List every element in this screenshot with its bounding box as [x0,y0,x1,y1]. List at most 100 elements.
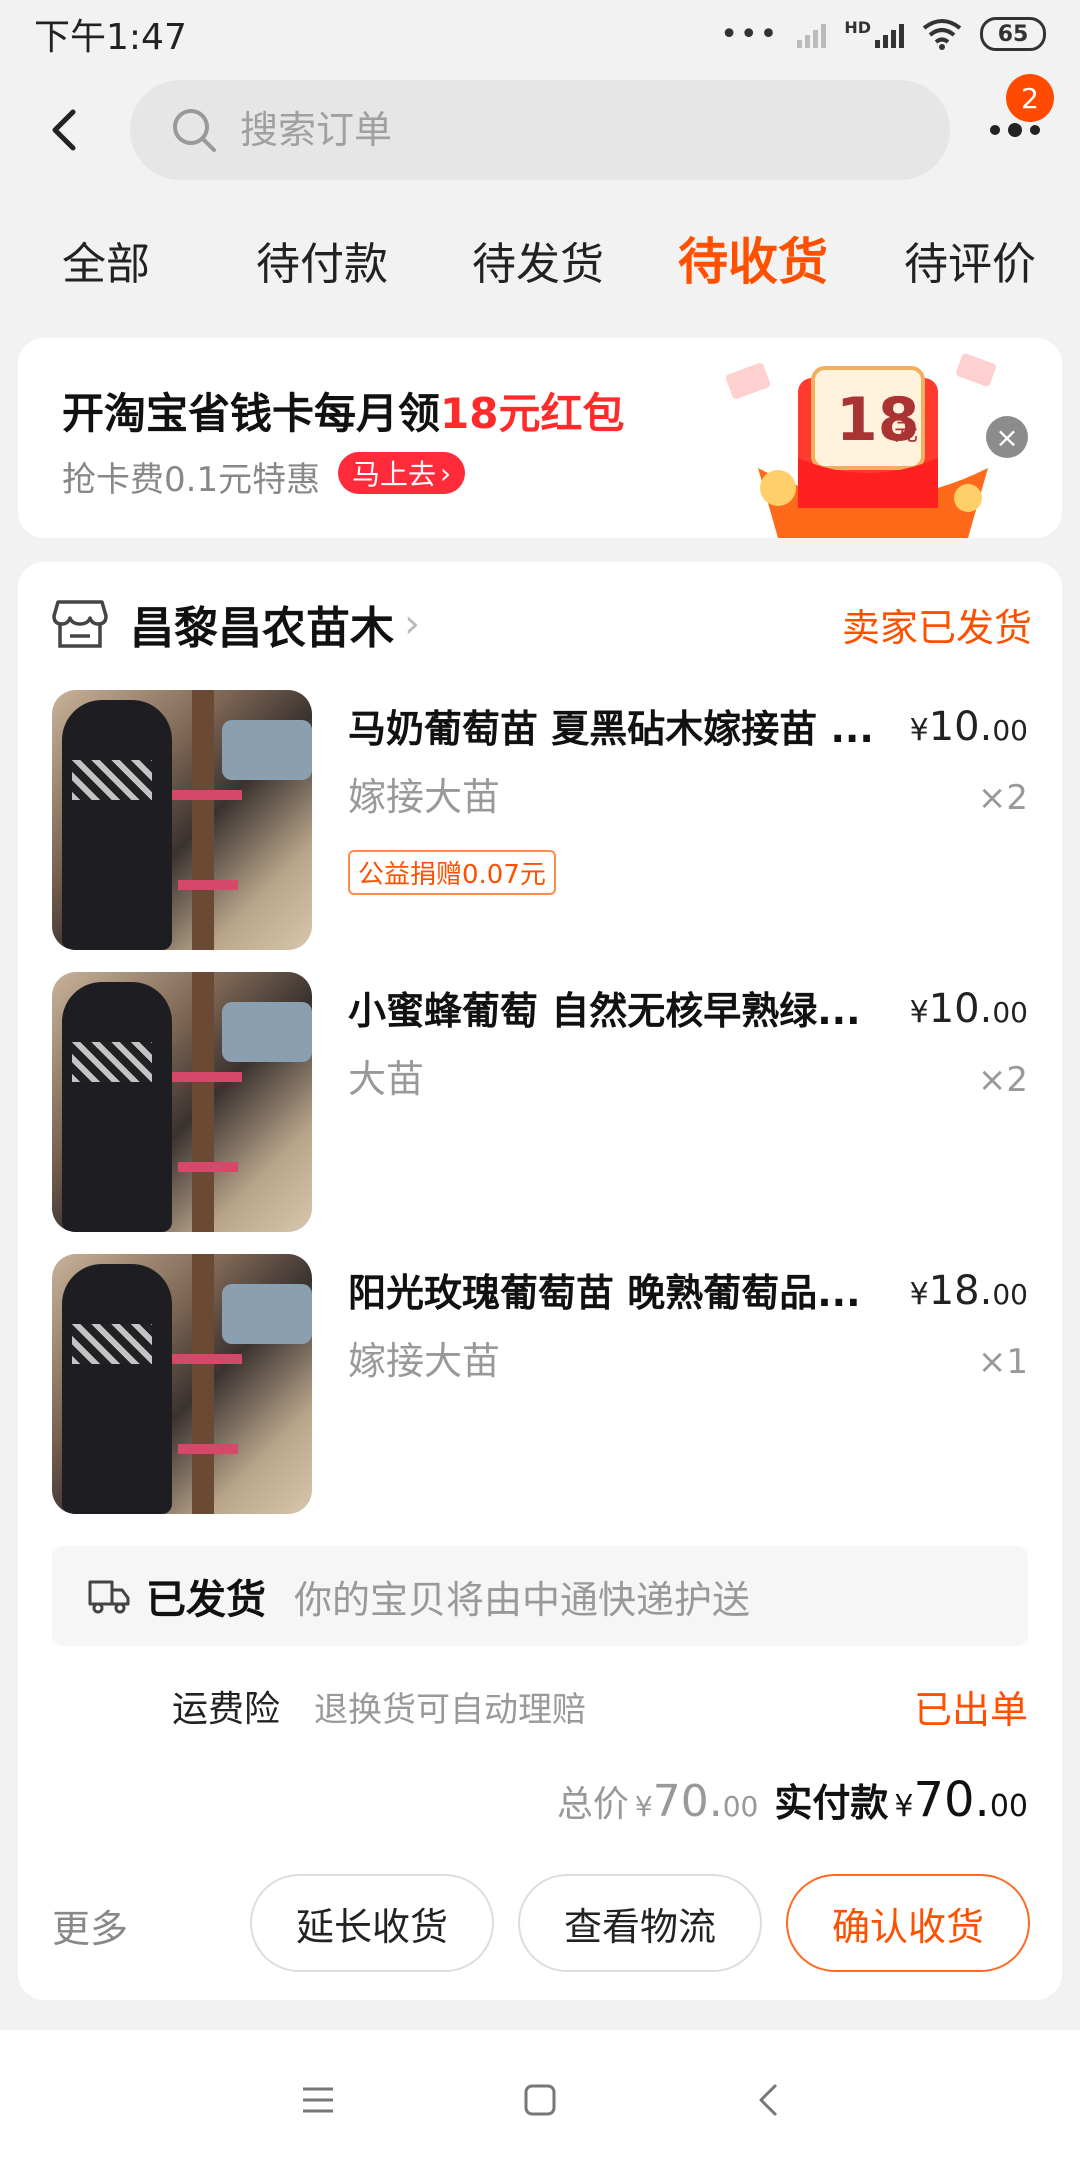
insurance-status: 已出单 [913,1687,1028,1732]
chevron-right-icon: › [404,601,420,647]
chevron-right-icon: › [440,456,452,490]
status-bar: 下午1:47 ••• HD 65 [0,0,1080,68]
currency-symbol: ¥ [909,1277,929,1312]
promo-go-button[interactable]: 马上去 › [338,452,466,494]
promo-go-label: 马上去 [352,458,437,491]
item-price: ¥10.00 [910,704,1028,750]
hd-label: HD [844,17,871,37]
dot-icon [1008,123,1022,137]
item-quantity: ×1 [977,1342,1028,1382]
price-cents: 00 [992,1278,1028,1311]
tab-all[interactable]: 全部 [62,228,150,292]
signal-strong-icon [875,20,904,48]
more-actions-link[interactable]: 更多 [52,1898,128,1953]
item-price: ¥10.00 [910,986,1028,1032]
item-title: 马奶葡萄苗 夏黑砧木嫁接苗 ... [348,707,874,751]
confirm-receipt-button[interactable]: 确认收货 [786,1874,1030,1972]
tab-pending-payment[interactable]: 待付款 [256,228,388,292]
wifi-icon [922,19,962,50]
dot-icon [1030,125,1040,135]
shop-header[interactable]: 昌黎昌农苗木 › 卖家已发货 [52,592,1032,656]
price-cents: 00 [722,1790,759,1823]
back-button[interactable] [0,70,130,190]
order-item[interactable]: 小蜜蜂葡萄 自然无核早熟绿... 大苗 ¥10.00 ×2 [52,972,1028,1232]
menu-icon [303,2087,333,2113]
price-cents: 00 [992,996,1028,1029]
status-icons: ••• HD 65 [720,17,1046,52]
item-price: ¥18.00 [910,1268,1028,1314]
search-icon [173,109,216,152]
back-nav-button[interactable] [738,2070,798,2130]
promo-art-unit: 元 [894,418,918,446]
currency-symbol: ¥ [894,1789,914,1824]
promo-title-highlight: 18元红包 [440,389,625,438]
home-nav-button[interactable] [510,2070,570,2130]
price-integer: 70. [652,1776,723,1827]
promo-subtitle: 抢卡费0.1元特惠 [62,460,321,500]
paid-amount-label: 实付款 [774,1781,889,1825]
dot-icon [990,125,1000,135]
item-spec: 大苗 [348,1057,425,1101]
price-cents: 00 [989,1789,1028,1824]
battery-icon: 65 [980,17,1046,51]
currency-symbol: ¥ [909,713,929,748]
insurance-label: 运费险 [172,1689,281,1730]
home-square-icon [524,2084,556,2116]
search-bar[interactable] [130,80,950,180]
delivery-truck-icon [88,1580,130,1614]
notification-badge: 2 [1006,74,1054,122]
order-tabs: 全部 待付款 待发货 待收货 待评价 [0,220,1080,300]
promo-title-prefix: 开淘宝省钱卡每月领 [62,389,441,438]
item-quantity: ×2 [977,1060,1028,1100]
item-title: 阳光玫瑰葡萄苗 晚熟葡萄品... [348,1271,861,1315]
shipping-description: 你的宝贝将由中通快递护送 [294,1577,751,1622]
tab-pending-shipment[interactable]: 待发货 [472,228,604,292]
tab-pending-receipt[interactable]: 待收货 [678,222,828,294]
price-integer: 18. [928,1268,993,1314]
close-icon: × [995,420,1019,454]
order-totals: 总价 ¥70.00 实付款 ¥70.00 [557,1772,1028,1828]
order-item[interactable]: 马奶葡萄苗 夏黑砧木嫁接苗 ... 嫁接大苗 ¥10.00 ×2 公益捐赠0.0… [52,690,1028,950]
view-logistics-button[interactable]: 查看物流 [518,1874,762,1972]
product-image [52,972,312,1232]
promo-banner[interactable]: 开淘宝省钱卡每月领18元红包 抢卡费0.1元特惠 马上去 › 18 元 × [18,338,1062,538]
tab-pending-review[interactable]: 待评价 [904,228,1036,292]
header: 2 [0,70,1080,190]
price-integer: 70. [913,1772,990,1828]
price-integer: 10. [928,986,993,1032]
shipping-status-label: 已发货 [146,1577,266,1623]
item-quantity: ×2 [977,778,1028,818]
back-arrow-icon [52,109,76,151]
item-title: 小蜜蜂葡萄 自然无核早熟绿... [348,989,861,1033]
red-packet-illustration: 18 元 [725,353,996,538]
order-status: 卖家已发货 [841,605,1032,650]
order-item[interactable]: 阳光玫瑰葡萄苗 晚熟葡萄品... 嫁接大苗 ¥18.00 ×1 [52,1254,1028,1514]
signal-icon [797,20,827,48]
insurance-description: 退换货可自动理赔 [314,1689,587,1730]
more-dots-icon: ••• [720,16,780,52]
battery-level: 65 [997,21,1029,47]
product-image [52,1254,312,1514]
total-price-label: 总价 [556,1784,629,1825]
currency-symbol: ¥ [909,995,929,1030]
price-cents: 00 [992,714,1028,747]
order-card: 昌黎昌农苗木 › 卖家已发货 马奶葡萄苗 夏黑砧木嫁接苗 ... 嫁接大苗 ¥1… [18,562,1062,2000]
system-nav-bar [0,2030,1080,2160]
store-icon [52,600,108,648]
promo-title: 开淘宝省钱卡每月领18元红包 [62,380,624,441]
back-triangle-icon [759,2083,778,2117]
search-input[interactable] [240,108,840,152]
item-spec: 嫁接大苗 [348,775,501,819]
currency-symbol: ¥ [634,1790,653,1823]
promo-close-button[interactable]: × [986,416,1028,458]
charity-badge: 公益捐赠0.07元 [348,850,556,895]
extend-receipt-button[interactable]: 延长收货 [250,1874,494,1972]
menu-nav-button[interactable] [288,2070,348,2130]
product-image [52,690,312,950]
shipping-insurance-row[interactable]: 运费险 退换货可自动理赔 已出单 [172,1678,1028,1734]
paid-amount-value: ¥70.00 [894,1772,1028,1828]
shop-name: 昌黎昌农苗木 [130,603,394,654]
shipping-info[interactable]: 已发货 你的宝贝将由中通快递护送 [52,1546,1028,1646]
status-time: 下午1:47 [34,17,187,58]
item-spec: 嫁接大苗 [348,1339,501,1383]
